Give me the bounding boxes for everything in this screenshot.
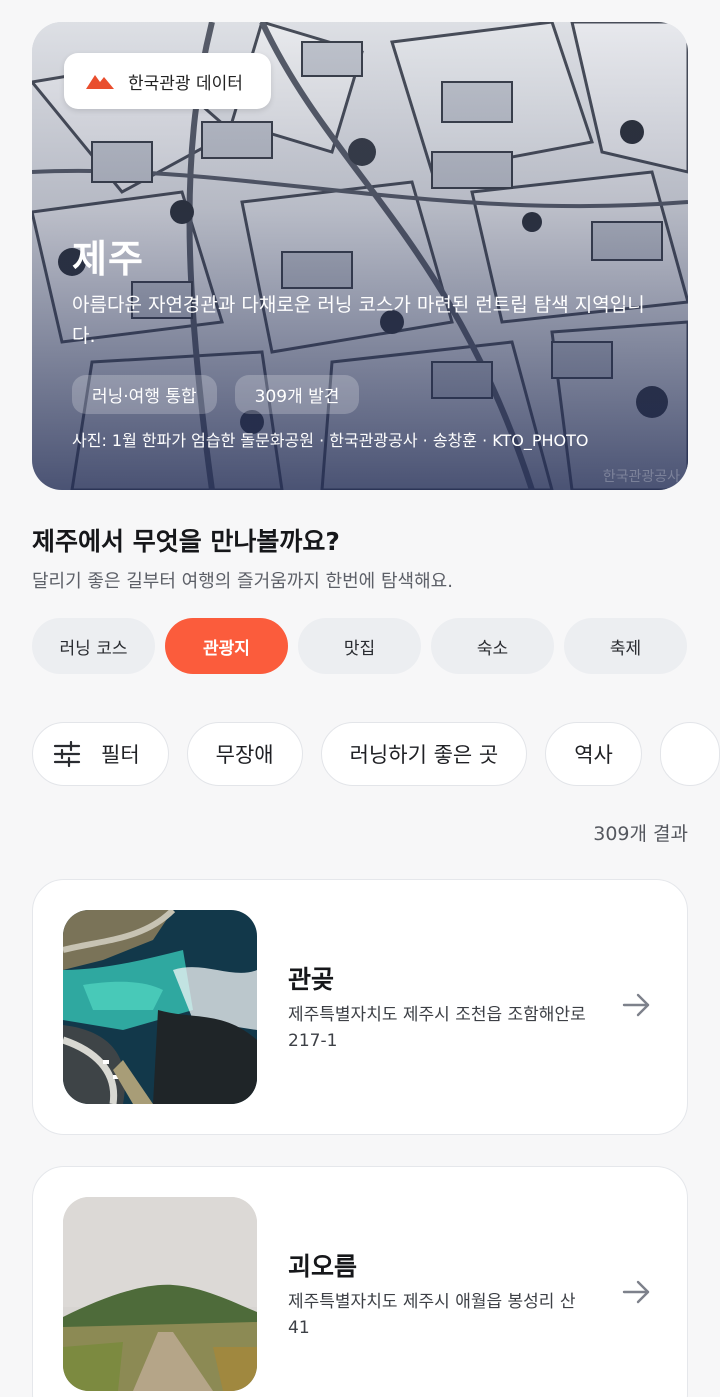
category-tabs: 러닝 코스 관광지 맛집 숙소 축제 [32, 618, 687, 674]
photo-credit: 사진: 1월 한파가 엄습한 돌문화공원 · 한국관광공사 · 송창훈 · KT… [72, 431, 589, 450]
place-thumbnail [63, 1197, 257, 1391]
place-name: 괴오름 [288, 1252, 358, 1281]
filter-label: 필터 [101, 743, 140, 767]
sliders-icon [53, 741, 81, 767]
filter-chips: 필터 무장애 러닝하기 좋은 곳 역사 [32, 722, 720, 786]
place-name: 관곶 [288, 965, 335, 994]
result-count: 309개 결과 [593, 823, 688, 845]
source-badge: 한국관광 데이터 [64, 53, 271, 109]
filter-chip-history[interactable]: 역사 [545, 722, 642, 786]
place-address: 제주특별자치도 제주시 애월읍 봉성리 산41 [288, 1292, 576, 1338]
tab-running-course[interactable]: 러닝 코스 [32, 618, 155, 674]
source-badge-label: 한국관광 데이터 [128, 73, 243, 94]
hero-banner: 한국관광 데이터 제주 아름다운 자연경관과 다채로운 러닝 코스가 마련된 런… [32, 22, 688, 490]
mountain-logo-icon [86, 75, 114, 89]
section-title: 제주에서 무엇을 만나볼까요? [32, 527, 340, 556]
place-thumbnail [63, 910, 257, 1104]
place-card[interactable]: 괴오름 제주특별자치도 제주시 애월읍 봉성리 산41 [32, 1166, 688, 1397]
photo-watermark: 한국관광공사 [602, 469, 680, 485]
place-card[interactable]: 관곶 제주특별자치도 제주시 조천읍 조함해안로 217-1 [32, 879, 688, 1135]
region-description: 아름다운 자연경관과 다채로운 러닝 코스가 마련된 런트립 탐색 지역입니다. [72, 294, 645, 347]
section-subtitle: 달리기 좋은 길부터 여행의 즐거움까지 한번에 탐색해요. [32, 571, 453, 592]
tab-festivals[interactable]: 축제 [564, 618, 687, 674]
tab-restaurants[interactable]: 맛집 [298, 618, 421, 674]
arrow-right-icon[interactable] [621, 990, 651, 1020]
filter-chip-more[interactable] [659, 722, 720, 786]
filter-chip-accessible[interactable]: 무장애 [186, 722, 303, 786]
hero-chip-integrated: 러닝·여행 통합 [72, 375, 217, 414]
hero-chip-count: 309개 발견 [234, 375, 360, 414]
region-title: 제주 [72, 237, 144, 281]
place-address: 제주특별자치도 제주시 조천읍 조함해안로 217-1 [288, 1005, 586, 1051]
hero-chips: 러닝·여행 통합 309개 발견 [72, 375, 360, 414]
filter-chip-good-for-running[interactable]: 러닝하기 좋은 곳 [320, 722, 528, 786]
arrow-right-icon[interactable] [621, 1277, 651, 1307]
tab-attractions[interactable]: 관광지 [165, 618, 288, 674]
tab-lodging[interactable]: 숙소 [431, 618, 554, 674]
filter-button[interactable]: 필터 [32, 722, 169, 786]
